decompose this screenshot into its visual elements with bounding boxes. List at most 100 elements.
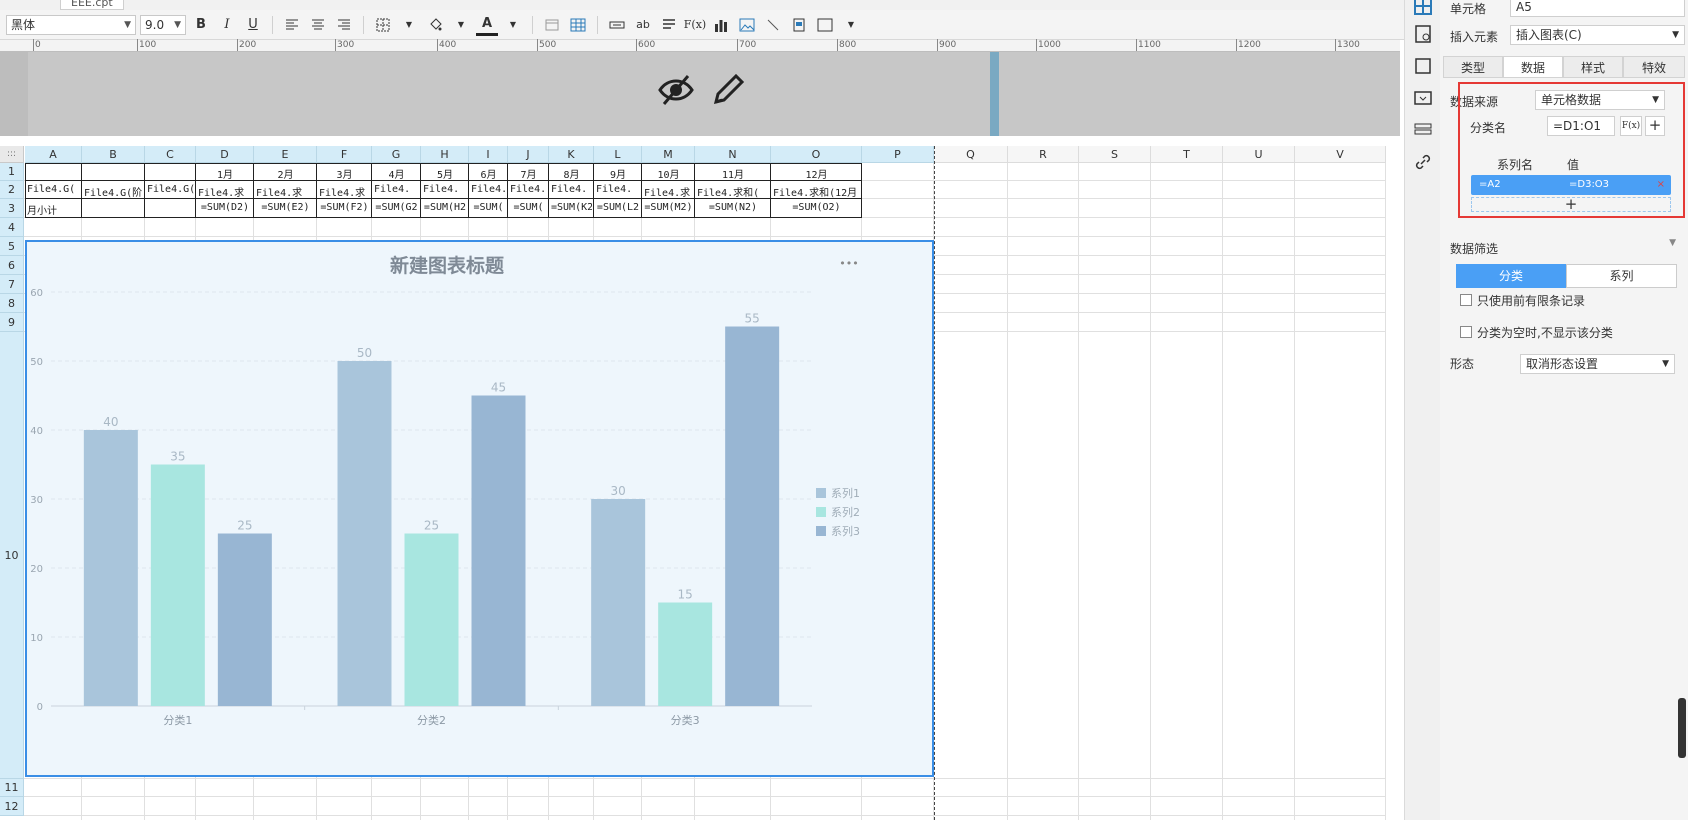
- cell-F2[interactable]: File4.求: [319, 184, 370, 199]
- bold-button[interactable]: B: [190, 14, 212, 36]
- limit-records-checkbox[interactable]: [1460, 294, 1472, 306]
- document-tab[interactable]: EEE.cpt: [60, 0, 124, 10]
- more-options-icon[interactable]: •••: [839, 257, 858, 270]
- tab-type[interactable]: 类型: [1443, 56, 1503, 78]
- cell-D2[interactable]: File4.求: [198, 184, 252, 199]
- column-header-U[interactable]: U: [1223, 146, 1295, 163]
- column-header-A[interactable]: A: [25, 146, 82, 163]
- cell-N3[interactable]: =SUM(N2): [697, 202, 769, 213]
- cell-input[interactable]: A5: [1510, 0, 1685, 17]
- cell-N2[interactable]: File4.求和(: [697, 184, 769, 199]
- text-color-button[interactable]: A: [476, 14, 498, 36]
- insert-element-select[interactable]: 插入图表(C) ▼: [1510, 25, 1685, 45]
- cell-E1[interactable]: 2月: [256, 166, 315, 181]
- cell-G3[interactable]: =SUM(G2: [374, 202, 419, 213]
- column-header-J[interactable]: J: [508, 146, 549, 163]
- column-header-Q[interactable]: Q: [934, 146, 1008, 163]
- fill-color-icon[interactable]: [424, 14, 446, 36]
- cell-attributes-icon[interactable]: [1413, 0, 1433, 16]
- cell-I1[interactable]: 6月: [471, 166, 506, 181]
- cell-M2[interactable]: File4.求: [644, 184, 693, 199]
- select-all-corner[interactable]: :::: [0, 146, 24, 163]
- close-icon[interactable]: ×: [1657, 175, 1665, 195]
- cell-A3[interactable]: 月小计: [27, 202, 80, 217]
- table-icon[interactable]: [567, 14, 589, 36]
- underline-button[interactable]: U: [242, 14, 264, 36]
- sub-report-icon[interactable]: [788, 14, 810, 36]
- chart-icon[interactable]: [710, 14, 732, 36]
- tab-style[interactable]: 样式: [1563, 56, 1623, 78]
- cell-E2[interactable]: File4.求: [256, 184, 315, 199]
- paragraph-icon[interactable]: [658, 14, 680, 36]
- column-header-P[interactable]: P: [862, 146, 934, 163]
- column-header-C[interactable]: C: [145, 146, 196, 163]
- row-header-2[interactable]: 2: [0, 181, 24, 199]
- column-header-G[interactable]: G: [372, 146, 421, 163]
- column-header-F[interactable]: F: [317, 146, 372, 163]
- cell-A2[interactable]: File4.G(: [27, 184, 80, 195]
- cell-H2[interactable]: File4.: [423, 184, 467, 195]
- italic-button[interactable]: I: [216, 14, 238, 36]
- tab-data[interactable]: 数据: [1503, 56, 1563, 78]
- cell-D3[interactable]: =SUM(D2): [198, 202, 252, 213]
- cell-N1[interactable]: 11月: [697, 166, 769, 181]
- column-header-I[interactable]: I: [469, 146, 508, 163]
- column-header-B[interactable]: B: [82, 146, 145, 163]
- cell-L2[interactable]: File4.: [596, 184, 640, 195]
- cell-D1[interactable]: 1月: [198, 166, 252, 181]
- column-header-V[interactable]: V: [1295, 146, 1386, 163]
- image-icon[interactable]: [736, 14, 758, 36]
- column-header-T[interactable]: T: [1151, 146, 1223, 163]
- cell-I3[interactable]: =SUM(: [471, 202, 506, 213]
- column-header-L[interactable]: L: [594, 146, 642, 163]
- cell-J1[interactable]: 7月: [510, 166, 547, 181]
- align-right-icon[interactable]: [333, 14, 355, 36]
- row-header-6[interactable]: 6: [0, 256, 24, 275]
- chevron-down-icon[interactable]: ▼: [840, 14, 862, 36]
- cell-O3[interactable]: =SUM(O2): [773, 202, 860, 213]
- cell-F3[interactable]: =SUM(F2): [319, 202, 370, 213]
- widget-settings-icon[interactable]: [1413, 24, 1433, 44]
- slash-icon[interactable]: [762, 14, 784, 36]
- font-name-select[interactable]: 黑体 ▼: [6, 14, 136, 35]
- column-header-M[interactable]: M: [642, 146, 695, 163]
- column-header-R[interactable]: R: [1008, 146, 1079, 163]
- column-header-O[interactable]: O: [771, 146, 862, 163]
- cell-K1[interactable]: 8月: [551, 166, 592, 181]
- series-value-cell[interactable]: =D3:O3: [1569, 175, 1609, 195]
- cell-M3[interactable]: =SUM(M2): [644, 202, 693, 213]
- cell-J2[interactable]: File4.: [510, 184, 547, 195]
- link-icon[interactable]: [1413, 152, 1433, 172]
- column-header-E[interactable]: E: [254, 146, 317, 163]
- row-header-9[interactable]: 9: [0, 313, 24, 332]
- filter-tab-category[interactable]: 分类: [1456, 264, 1566, 288]
- cell-L1[interactable]: 9月: [596, 166, 640, 181]
- align-center-icon[interactable]: [307, 14, 329, 36]
- hide-icon[interactable]: [656, 70, 696, 110]
- row-header-11[interactable]: 11: [0, 779, 24, 797]
- frame-icon[interactable]: [814, 14, 836, 36]
- series-name-cell[interactable]: =A2: [1479, 175, 1501, 195]
- add-series-button[interactable]: +: [1471, 197, 1671, 212]
- row-header-12[interactable]: 12: [0, 797, 24, 816]
- cell-K2[interactable]: File4.: [551, 184, 592, 195]
- text-icon[interactable]: ab: [632, 14, 654, 36]
- scrollbar-thumb[interactable]: [1678, 698, 1686, 758]
- row-header-1[interactable]: 1: [0, 163, 24, 181]
- column-header-N[interactable]: N: [695, 146, 771, 163]
- cell-L3[interactable]: =SUM(L2: [596, 202, 640, 213]
- row-header-4[interactable]: 4: [0, 218, 24, 237]
- row-header-7[interactable]: 7: [0, 275, 24, 294]
- chart-element[interactable]: 新建图表标题 ••• 0 10 20 30 40 50 60 40 35 25 分类1 50 25 45 分类2…: [25, 240, 934, 777]
- cell-style-icon[interactable]: [541, 14, 563, 36]
- cell-C2[interactable]: File4.G(: [147, 184, 194, 195]
- cell-B2[interactable]: File4.G(阶: [84, 184, 143, 199]
- row-header-5[interactable]: 5: [0, 237, 24, 256]
- cell-M1[interactable]: 10月: [644, 166, 693, 181]
- font-size-select[interactable]: 9.0 ▼: [140, 14, 186, 35]
- cell-E3[interactable]: =SUM(E2): [256, 202, 315, 213]
- cell-H3[interactable]: =SUM(H2: [423, 202, 467, 213]
- border-icon[interactable]: [372, 14, 394, 36]
- row-header-3[interactable]: 3: [0, 199, 24, 218]
- cell-K3[interactable]: =SUM(K2: [551, 202, 592, 213]
